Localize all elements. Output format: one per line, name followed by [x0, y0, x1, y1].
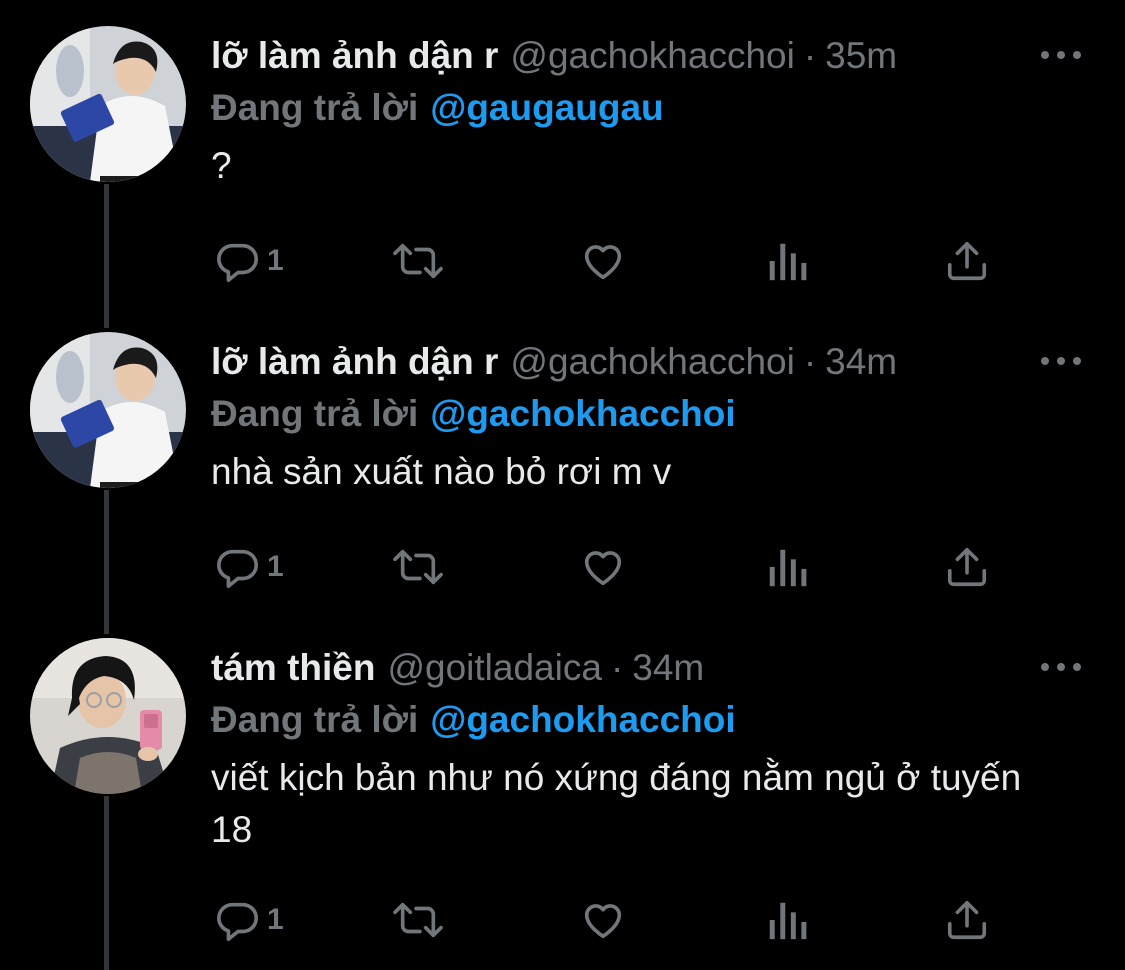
reply-mention-link[interactable]: @gachokhacchoi — [430, 393, 735, 434]
user-handle[interactable]: @gachokhacchoi — [510, 30, 794, 82]
display-name[interactable]: tám thiền — [211, 642, 375, 694]
like-button[interactable] — [579, 541, 627, 593]
reply-context: Đang trả lời @gaugaugau — [211, 82, 664, 134]
tweet-header: lỡ làm ảnh dận r @gachokhacchoi · 35m — [211, 30, 897, 82]
share-icon — [947, 241, 987, 281]
timestamp[interactable]: 34m — [632, 642, 704, 694]
tweet-header: tám thiền @goitladaica · 34m — [211, 642, 704, 694]
reply-label: Đang trả lời — [211, 393, 419, 434]
views-icon — [769, 549, 807, 587]
avatar[interactable] — [30, 638, 186, 794]
reply-count: 1 — [267, 903, 284, 936]
reply-button[interactable]: 1 — [215, 894, 284, 946]
avatar[interactable] — [30, 26, 186, 182]
action-bar: 1 — [211, 894, 1011, 946]
reply-button[interactable]: 1 — [215, 235, 284, 287]
like-icon — [584, 904, 622, 939]
retweet-button[interactable] — [389, 541, 447, 593]
separator-dot: · — [610, 647, 624, 688]
reply-icon — [217, 902, 259, 941]
retweet-icon — [393, 902, 443, 938]
reply-context: Đang trả lời @gachokhacchoi — [211, 388, 736, 440]
timestamp[interactable]: 35m — [825, 30, 897, 82]
user-handle[interactable]: @gachokhacchoi — [510, 336, 794, 388]
tweet-header: lỡ làm ảnh dận r @gachokhacchoi · 34m — [211, 336, 897, 388]
action-bar: 1 — [211, 541, 1011, 593]
avatar[interactable] — [30, 332, 186, 488]
reply-count: 1 — [267, 244, 284, 277]
reply-mention-link[interactable]: @gaugaugau — [430, 87, 663, 128]
tweet[interactable]: lỡ làm ảnh dận r @gachokhacchoi · 35m Đa… — [0, 0, 1125, 306]
more-options-icon[interactable] — [1041, 346, 1081, 376]
display-name[interactable]: lỡ làm ảnh dận r — [211, 30, 498, 82]
timestamp[interactable]: 34m — [825, 336, 897, 388]
share-button[interactable] — [944, 235, 990, 287]
views-button[interactable] — [765, 894, 809, 946]
separator-dot: · — [803, 35, 817, 76]
reply-mention-link[interactable]: @gachokhacchoi — [430, 699, 735, 740]
retweet-button[interactable] — [389, 894, 447, 946]
share-icon — [947, 900, 987, 940]
retweet-icon — [393, 243, 443, 279]
reply-icon — [217, 243, 259, 282]
user-handle[interactable]: @goitladaica — [387, 642, 601, 694]
reply-button[interactable]: 1 — [215, 541, 284, 593]
action-bar: 1 — [211, 235, 1011, 287]
share-icon — [947, 547, 987, 587]
retweet-icon — [393, 549, 443, 585]
reply-label: Đang trả lời — [211, 699, 419, 740]
like-icon — [584, 551, 622, 586]
like-button[interactable] — [579, 235, 627, 287]
more-options-icon[interactable] — [1041, 652, 1081, 682]
reply-context: Đang trả lời @gachokhacchoi — [211, 694, 736, 746]
tweet[interactable]: lỡ làm ảnh dận r @gachokhacchoi · 34m Đa… — [0, 306, 1125, 612]
tweet-text: nhà sản xuất nào bỏ rơi m v — [211, 451, 672, 492]
reply-icon — [217, 549, 259, 588]
like-button[interactable] — [579, 894, 627, 946]
share-button[interactable] — [944, 894, 990, 946]
retweet-button[interactable] — [389, 235, 447, 287]
share-button[interactable] — [944, 541, 990, 593]
views-icon — [769, 243, 807, 281]
views-button[interactable] — [765, 235, 809, 287]
like-icon — [584, 245, 622, 280]
display-name[interactable]: lỡ làm ảnh dận r — [211, 336, 498, 388]
tweet-text: viết kịch bản như nó xứng đáng nằm ngủ ở… — [211, 757, 1022, 850]
views-icon — [769, 902, 807, 940]
tweet[interactable]: tám thiền @goitladaica · 34m Đang trả lờ… — [0, 612, 1125, 970]
reply-count: 1 — [267, 550, 284, 583]
tweet-text: ? — [211, 145, 232, 186]
separator-dot: · — [803, 341, 817, 382]
more-options-icon[interactable] — [1041, 40, 1081, 70]
reply-label: Đang trả lời — [211, 87, 419, 128]
views-button[interactable] — [765, 541, 809, 593]
